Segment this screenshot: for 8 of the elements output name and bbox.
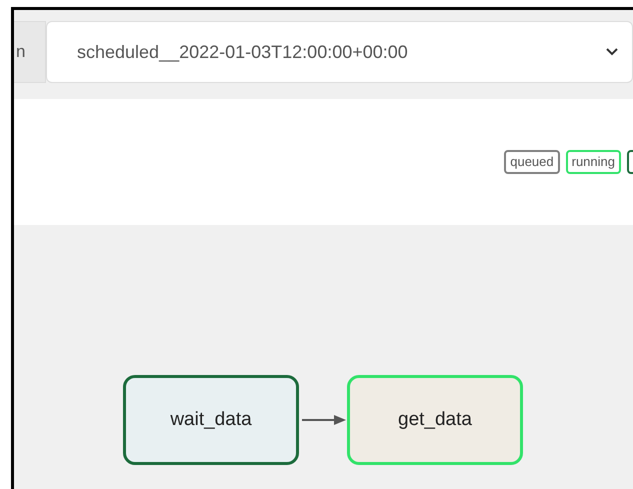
run-type-label: n	[14, 21, 46, 83]
task-node[interactable]: wait_data	[123, 375, 299, 465]
state-legend-badge: running	[566, 150, 621, 174]
task-node[interactable]: get_data	[347, 375, 523, 465]
state-legend-badge: queued	[504, 150, 560, 174]
edge-arrow	[302, 414, 348, 426]
chevron-down-icon	[606, 48, 618, 56]
run-select[interactable]: scheduled__2022-01-03T12:00:00+00:00	[46, 21, 633, 83]
